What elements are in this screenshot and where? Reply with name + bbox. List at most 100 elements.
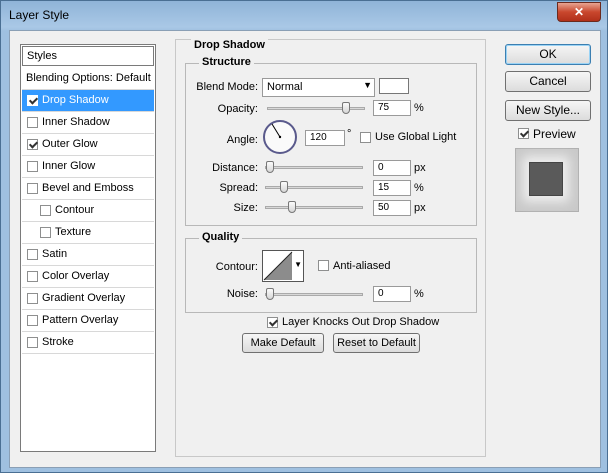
style-checkbox[interactable]: [27, 161, 38, 172]
distance-slider[interactable]: [265, 161, 363, 173]
style-item-label: Color Overlay: [42, 270, 110, 282]
style-item-label: Blending Options: Default: [26, 72, 151, 84]
style-item-satin[interactable]: Satin: [22, 244, 154, 266]
contour-picker[interactable]: ▼: [262, 250, 304, 282]
style-checkbox[interactable]: [27, 139, 38, 150]
anti-aliased-checkbox[interactable]: [318, 260, 329, 271]
layer-knocks-out-label: Layer Knocks Out Drop Shadow: [282, 316, 440, 328]
close-icon: ✕: [573, 5, 585, 19]
quality-group: [185, 238, 477, 313]
style-item-texture[interactable]: Texture: [22, 222, 154, 244]
style-item-contour[interactable]: Contour: [22, 200, 154, 222]
style-item-label: Bevel and Emboss: [42, 182, 134, 194]
noise-slider[interactable]: [265, 288, 363, 300]
distance-slider-thumb[interactable]: [266, 161, 274, 173]
style-checkbox[interactable]: [27, 315, 38, 326]
style-checkbox[interactable]: [40, 205, 51, 216]
distance-input[interactable]: 0: [373, 160, 411, 176]
distance-unit: px: [414, 162, 426, 174]
quality-title: Quality: [199, 231, 243, 243]
angle-unit: °: [347, 128, 352, 140]
opacity-slider-thumb[interactable]: [342, 102, 350, 114]
chevron-down-icon: ▼: [294, 260, 302, 269]
style-item-inner-glow[interactable]: Inner Glow: [22, 156, 154, 178]
size-slider-thumb[interactable]: [288, 201, 296, 213]
noise-label: Noise:: [226, 288, 258, 300]
drop-shadow-title: Drop Shadow: [191, 39, 268, 51]
style-item-label: Inner Shadow: [42, 116, 110, 128]
opacity-input[interactable]: 75: [373, 100, 411, 116]
use-global-light-label: Use Global Light: [375, 131, 457, 143]
styles-header-label: Styles: [27, 50, 57, 62]
style-checkbox[interactable]: [27, 249, 38, 260]
size-unit: px: [414, 202, 426, 214]
preview-checkbox[interactable]: [518, 128, 529, 139]
layer-knocks-out-checkbox[interactable]: [267, 317, 278, 328]
noise-input[interactable]: 0: [373, 286, 411, 302]
blend-mode-value: Normal: [267, 81, 303, 93]
distance-label: Distance:: [212, 162, 258, 174]
style-item-label: Outer Glow: [42, 138, 98, 150]
noise-slider-thumb[interactable]: [266, 288, 274, 300]
style-checkbox[interactable]: [27, 117, 38, 128]
opacity-unit: %: [414, 102, 424, 114]
close-button[interactable]: ✕: [557, 2, 601, 22]
style-item-inner-shadow[interactable]: Inner Shadow: [22, 112, 154, 134]
size-slider[interactable]: [265, 201, 363, 213]
style-item-pattern-overlay[interactable]: Pattern Overlay: [22, 310, 154, 332]
style-checkbox[interactable]: [27, 95, 38, 106]
spread-input[interactable]: 15: [373, 180, 411, 196]
angle-label: Angle:: [226, 134, 258, 146]
styles-list: Styles Blending Options: Default Drop Sha…: [20, 44, 156, 452]
spread-slider[interactable]: [265, 181, 363, 193]
style-item-label: Inner Glow: [42, 160, 96, 172]
style-checkbox[interactable]: [40, 227, 51, 238]
cancel-button[interactable]: Cancel: [505, 71, 591, 92]
angle-dial[interactable]: [262, 119, 298, 155]
spread-label: Spread:: [219, 182, 258, 194]
preview-label: Preview: [533, 127, 576, 141]
style-item-stroke[interactable]: Stroke: [22, 332, 154, 354]
angle-dial-icon: [263, 120, 297, 154]
use-global-light-checkbox[interactable]: [360, 132, 371, 143]
style-item-color-overlay[interactable]: Color Overlay: [22, 266, 154, 288]
style-checkbox[interactable]: [27, 183, 38, 194]
style-item-drop-shadow[interactable]: Drop Shadow: [22, 90, 154, 112]
style-checkbox[interactable]: [27, 337, 38, 348]
size-input[interactable]: 50: [373, 200, 411, 216]
reset-default-button[interactable]: Reset to Default: [333, 333, 420, 353]
window-title: Layer Style: [9, 8, 70, 22]
style-item-outer-glow[interactable]: Outer Glow: [22, 134, 154, 156]
layer-style-window: Layer Style ✕ Styles Blending Options: D…: [0, 0, 608, 473]
style-item-label: Drop Shadow: [42, 94, 109, 106]
style-item-label: Gradient Overlay: [42, 292, 126, 304]
new-style-button[interactable]: New Style...: [505, 100, 591, 121]
style-item-bevel-and-emboss[interactable]: Bevel and Emboss: [22, 178, 154, 200]
ok-button[interactable]: OK: [505, 44, 591, 65]
style-item-label: Stroke: [42, 336, 74, 348]
style-checkbox[interactable]: [27, 293, 38, 304]
noise-unit: %: [414, 288, 424, 300]
opacity-slider[interactable]: [267, 102, 365, 114]
style-item-blending-options-default[interactable]: Blending Options: Default: [22, 68, 154, 90]
style-item-label: Texture: [55, 226, 92, 238]
style-checkbox[interactable]: [27, 271, 38, 282]
blend-mode-label: Blend Mode:: [196, 81, 258, 93]
contour-curve-icon: [263, 251, 293, 281]
title-bar[interactable]: Layer Style ✕: [1, 1, 607, 29]
style-item-label: Contour: [55, 204, 95, 216]
spread-slider-thumb[interactable]: [280, 181, 288, 193]
angle-input[interactable]: 120: [305, 130, 345, 146]
make-default-button[interactable]: Make Default: [242, 333, 324, 353]
styles-list-header[interactable]: Styles: [22, 46, 154, 66]
size-label: Size:: [233, 202, 258, 214]
style-item-label: Pattern Overlay: [42, 314, 119, 326]
anti-aliased-label: Anti-aliased: [333, 260, 391, 272]
preview-thumbnail: [515, 148, 579, 212]
contour-label: Contour:: [215, 261, 258, 273]
blend-mode-select[interactable]: Normal ▼: [262, 78, 375, 97]
shadow-color-swatch[interactable]: [379, 78, 409, 94]
opacity-label: Opacity:: [217, 103, 258, 115]
preview-swatch: [529, 162, 563, 196]
style-item-gradient-overlay[interactable]: Gradient Overlay: [22, 288, 154, 310]
